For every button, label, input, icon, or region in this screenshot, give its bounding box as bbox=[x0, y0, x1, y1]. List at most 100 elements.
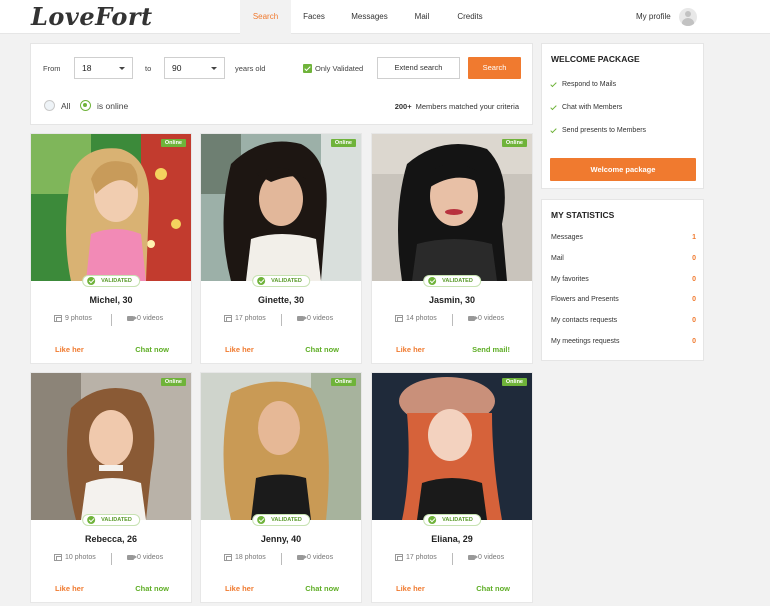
stat-row-meetings[interactable]: My meetings requests 0 bbox=[551, 338, 696, 345]
age-from-select[interactable]: 18 bbox=[74, 57, 133, 79]
photo-count-label: 14 photos bbox=[406, 315, 437, 322]
photo-count[interactable]: 17 photos bbox=[395, 554, 437, 561]
profile-photo[interactable]: Online bbox=[372, 134, 532, 281]
divider bbox=[281, 314, 282, 326]
like-her-button[interactable]: Like her bbox=[396, 584, 425, 593]
validated-badge: VALIDATED bbox=[252, 514, 310, 526]
stat-row-contacts[interactable]: My contacts requests 0 bbox=[551, 317, 696, 324]
stat-label: Flowers and Presents bbox=[551, 296, 619, 303]
age-to-select[interactable]: 90 bbox=[164, 57, 225, 79]
profile-name[interactable]: Eliana, 29 bbox=[372, 534, 532, 544]
like-her-button[interactable]: Like her bbox=[225, 584, 254, 593]
only-validated-label[interactable]: Only Validated bbox=[315, 64, 363, 73]
video-count[interactable]: 0 videos bbox=[127, 315, 163, 322]
stat-row-flowers[interactable]: Flowers and Presents 0 bbox=[551, 296, 696, 303]
profile-card[interactable]: Online VALIDATED Ginette, 30 17 photos 0… bbox=[200, 133, 362, 364]
video-icon bbox=[297, 555, 307, 560]
filter-online-label[interactable]: is online bbox=[97, 101, 128, 111]
video-count[interactable]: 0 videos bbox=[297, 554, 333, 561]
welcome-item: Chat with Members bbox=[551, 104, 622, 111]
like-her-button[interactable]: Like her bbox=[55, 584, 84, 593]
online-badge: Online bbox=[160, 139, 186, 147]
nav-search[interactable]: Search bbox=[240, 0, 291, 34]
photo-count[interactable]: 9 photos bbox=[54, 315, 92, 322]
profile-photo[interactable]: Online bbox=[201, 134, 361, 281]
video-icon bbox=[297, 316, 307, 321]
photos-icon bbox=[54, 554, 62, 561]
stat-row-favorites[interactable]: My favorites 0 bbox=[551, 276, 696, 283]
nav-messages[interactable]: Messages bbox=[337, 0, 402, 34]
video-icon bbox=[468, 316, 478, 321]
profile-name[interactable]: Ginette, 30 bbox=[201, 295, 361, 305]
profile-photo[interactable]: Online bbox=[31, 134, 191, 281]
send-mail-button[interactable]: Send mail! bbox=[472, 345, 510, 354]
profile-name[interactable]: Rebecca, 26 bbox=[31, 534, 191, 544]
stat-value: 0 bbox=[692, 255, 696, 262]
profile-media-counts: 9 photos 0 videos bbox=[31, 314, 191, 327]
like-her-button[interactable]: Like her bbox=[55, 345, 84, 354]
profile-card[interactable]: Online VALIDATED Eliana, 29 17 photos 0 … bbox=[371, 372, 533, 603]
check-icon bbox=[428, 277, 437, 285]
site-logo[interactable]: LoveFort bbox=[31, 2, 153, 31]
photo-count[interactable]: 18 photos bbox=[224, 554, 266, 561]
divider bbox=[111, 314, 112, 326]
profile-name[interactable]: Jenny, 40 bbox=[201, 534, 361, 544]
photo-count[interactable]: 17 photos bbox=[224, 315, 266, 322]
validated-label: VALIDATED bbox=[442, 278, 473, 284]
validated-badge: VALIDATED bbox=[82, 514, 140, 526]
profile-card[interactable]: Online VALIDATED Jasmin, 30 14 photos 0 … bbox=[371, 133, 533, 364]
like-her-button[interactable]: Like her bbox=[396, 345, 425, 354]
chat-now-button[interactable]: Chat now bbox=[135, 584, 169, 593]
profile-card[interactable]: Online VALIDATED Michel, 30 9 photos 0 v… bbox=[30, 133, 192, 364]
nav-credits[interactable]: Credits bbox=[442, 0, 498, 34]
video-count[interactable]: 0 videos bbox=[468, 315, 504, 322]
online-badge: Online bbox=[330, 378, 356, 386]
profile-name[interactable]: Michel, 30 bbox=[31, 295, 191, 305]
profile-card[interactable]: Online VALIDATED Jenny, 40 18 photos 0 v… bbox=[200, 372, 362, 603]
welcome-item-label: Chat with Members bbox=[562, 104, 623, 111]
photo-count[interactable]: 10 photos bbox=[54, 554, 96, 561]
photo-count[interactable]: 14 photos bbox=[395, 315, 437, 322]
my-profile-link[interactable]: My profile bbox=[636, 8, 697, 26]
profile-name[interactable]: Jasmin, 30 bbox=[372, 295, 532, 305]
divider bbox=[281, 553, 282, 565]
welcome-package-button[interactable]: Welcome package bbox=[550, 158, 696, 181]
age-from-value: 18 bbox=[82, 63, 92, 73]
video-count[interactable]: 0 videos bbox=[127, 554, 163, 561]
like-her-button[interactable]: Like her bbox=[225, 345, 254, 354]
profile-photo[interactable]: Online bbox=[201, 373, 361, 520]
welcome-package-title: WELCOME PACKAGE bbox=[551, 54, 640, 64]
avatar-icon[interactable] bbox=[678, 8, 697, 26]
match-text: Members matched your criteria bbox=[415, 102, 519, 111]
chat-now-button[interactable]: Chat now bbox=[476, 584, 510, 593]
profile-photo[interactable]: Online bbox=[372, 373, 532, 520]
chat-now-button[interactable]: Chat now bbox=[135, 345, 169, 354]
years-old-label: years old bbox=[235, 64, 266, 73]
welcome-item: Respond to Mails bbox=[551, 81, 616, 88]
my-profile-label: My profile bbox=[636, 12, 671, 21]
filter-online-radio[interactable] bbox=[80, 100, 91, 111]
profile-card[interactable]: Online VALIDATED Rebecca, 26 10 photos 0… bbox=[30, 372, 192, 603]
only-validated-checkbox[interactable] bbox=[303, 64, 312, 73]
nav-faces[interactable]: Faces bbox=[291, 0, 337, 34]
stat-label: My contacts requests bbox=[551, 317, 618, 324]
check-icon bbox=[87, 277, 96, 285]
filter-all-label[interactable]: All bbox=[61, 101, 70, 111]
stat-row-mail[interactable]: Mail 0 bbox=[551, 255, 696, 262]
chat-now-button[interactable]: Chat now bbox=[305, 345, 339, 354]
filter-all-radio[interactable] bbox=[44, 100, 55, 111]
chevron-down-icon bbox=[211, 67, 217, 70]
nav-mail[interactable]: Mail bbox=[402, 0, 442, 34]
from-label: From bbox=[43, 64, 61, 73]
extend-search-button[interactable]: Extend search bbox=[377, 57, 460, 79]
validated-label: VALIDATED bbox=[271, 517, 302, 523]
video-count[interactable]: 0 videos bbox=[297, 315, 333, 322]
video-count[interactable]: 0 videos bbox=[468, 554, 504, 561]
stat-row-messages[interactable]: Messages 1 bbox=[551, 234, 696, 241]
stat-label: Mail bbox=[551, 255, 564, 262]
profile-photo[interactable]: Online bbox=[31, 373, 191, 520]
chat-now-button[interactable]: Chat now bbox=[305, 584, 339, 593]
online-badge: Online bbox=[501, 139, 527, 147]
search-button[interactable]: Search bbox=[468, 57, 521, 79]
chevron-down-icon bbox=[119, 67, 125, 70]
